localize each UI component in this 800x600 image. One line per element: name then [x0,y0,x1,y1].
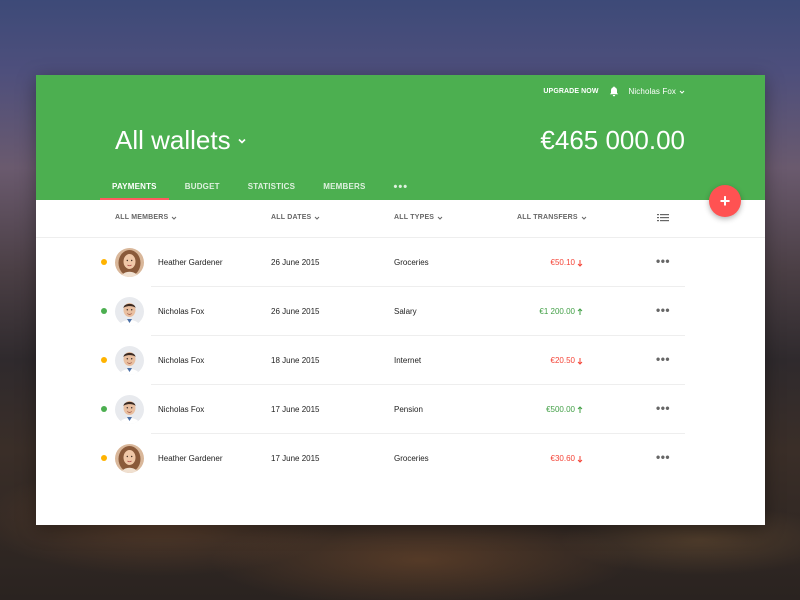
amount-value: €1 200.00 [539,307,575,316]
transaction-type: Groceries [394,454,429,463]
tab-members[interactable]: MEMBERS [309,182,379,200]
transaction-amount: €1 200.00 [539,307,583,316]
tab-payments[interactable]: PAYMENTS [98,182,171,200]
male-avatar [115,395,144,424]
transaction-type: Internet [394,356,422,365]
list-view-icon[interactable] [657,213,669,223]
male-avatar [115,297,144,326]
status-dot [101,357,107,363]
chevron-down-icon [315,216,320,220]
transaction-type: Salary [394,307,417,316]
filter-types-label: ALL TYPES [394,214,435,221]
transaction-row[interactable]: Heather Gardener 17 June 2015 Groceries €30… [36,434,765,483]
row-more-menu[interactable]: ••• [656,450,670,464]
transaction-amount: €20.50 [551,356,583,365]
filter-dates[interactable]: ALL DATES [271,214,320,221]
transaction-row[interactable]: Nicholas Fox 17 June 2015 Pension €500.00 ••… [36,385,765,434]
amount-value: €50.10 [550,258,575,267]
female-avatar [115,444,144,473]
transaction-type: Pension [394,405,423,414]
wallet-card: UPGRADE NOW Nicholas Fox All wallets €46… [36,75,765,525]
user-name: Nicholas Fox [628,87,676,96]
member-name: Nicholas Fox [158,405,205,414]
chevron-down-icon [238,138,246,144]
transaction-list: Heather Gardener 26 June 2015 Groceries €50… [36,238,765,483]
arrow-down-icon [577,357,583,365]
arrow-up-icon [577,307,583,315]
arrow-up-icon [577,405,583,413]
transaction-date: 17 June 2015 [271,405,320,414]
status-dot [101,259,107,265]
filter-members[interactable]: ALL MEMBERS [115,214,177,221]
user-menu[interactable]: Nicholas Fox [629,87,685,96]
transaction-date: 17 June 2015 [271,454,320,463]
member-name: Heather Gardener [158,258,223,267]
row-more-menu[interactable]: ••• [656,401,670,415]
filter-transfers[interactable]: ALL TRANSFERS [517,214,587,221]
chevron-down-icon [679,90,685,94]
filter-bar: ALL MEMBERS ALL DATES ALL TYPES ALL TRAN… [36,200,765,238]
wallet-header: UPGRADE NOW Nicholas Fox All wallets €46… [36,75,765,200]
tab-budget[interactable]: BUDGET [171,182,234,200]
status-dot [101,455,107,461]
male-avatar [115,346,144,375]
female-avatar [115,248,144,277]
transaction-amount: €30.60 [551,454,583,463]
wallet-title: All wallets [115,125,231,155]
filter-members-label: ALL MEMBERS [115,214,169,221]
amount-value: €500.00 [546,405,575,414]
transaction-date: 26 June 2015 [271,307,320,316]
arrow-down-icon [577,455,583,463]
amount-value: €30.60 [550,454,575,463]
top-bar: UPGRADE NOW Nicholas Fox [543,86,685,97]
transaction-date: 18 June 2015 [271,356,320,365]
tab-bar: PAYMENTS BUDGET STATISTICS MEMBERS ••• [98,181,423,200]
tab-statistics[interactable]: STATISTICS [234,182,309,200]
transaction-row[interactable]: Heather Gardener 26 June 2015 Groceries €50… [36,238,765,287]
chevron-down-icon [437,216,443,220]
member-name: Heather Gardener [158,454,223,463]
transaction-type: Groceries [394,258,429,267]
status-dot [101,308,107,314]
member-name: Nicholas Fox [158,356,205,365]
wallet-selector[interactable]: All wallets [115,125,247,156]
filter-dates-label: ALL DATES [271,214,312,221]
arrow-down-icon [577,259,583,267]
transaction-row[interactable]: Nicholas Fox 18 June 2015 Internet €20.50 ••… [36,336,765,385]
chevron-down-icon [581,216,587,220]
row-more-menu[interactable]: ••• [656,303,670,317]
filter-transfers-label: ALL TRANSFERS [517,214,578,221]
upgrade-now-link[interactable]: UPGRADE NOW [543,88,598,95]
transaction-row[interactable]: Nicholas Fox 26 June 2015 Salary €1 200.00 •… [36,287,765,336]
member-name: Nicholas Fox [158,307,205,316]
row-more-menu[interactable]: ••• [656,352,670,366]
transaction-amount: €50.10 [551,258,583,267]
filter-types[interactable]: ALL TYPES [394,214,443,221]
status-dot [101,406,107,412]
chevron-down-icon [172,216,177,220]
tab-more[interactable]: ••• [380,181,423,200]
wallet-balance: €465 000.00 [540,125,685,155]
transaction-date: 26 June 2015 [271,258,320,267]
bell-icon[interactable] [609,86,619,97]
row-more-menu[interactable]: ••• [656,254,670,268]
transaction-amount: €500.00 [546,405,583,414]
amount-value: €20.50 [550,356,575,365]
